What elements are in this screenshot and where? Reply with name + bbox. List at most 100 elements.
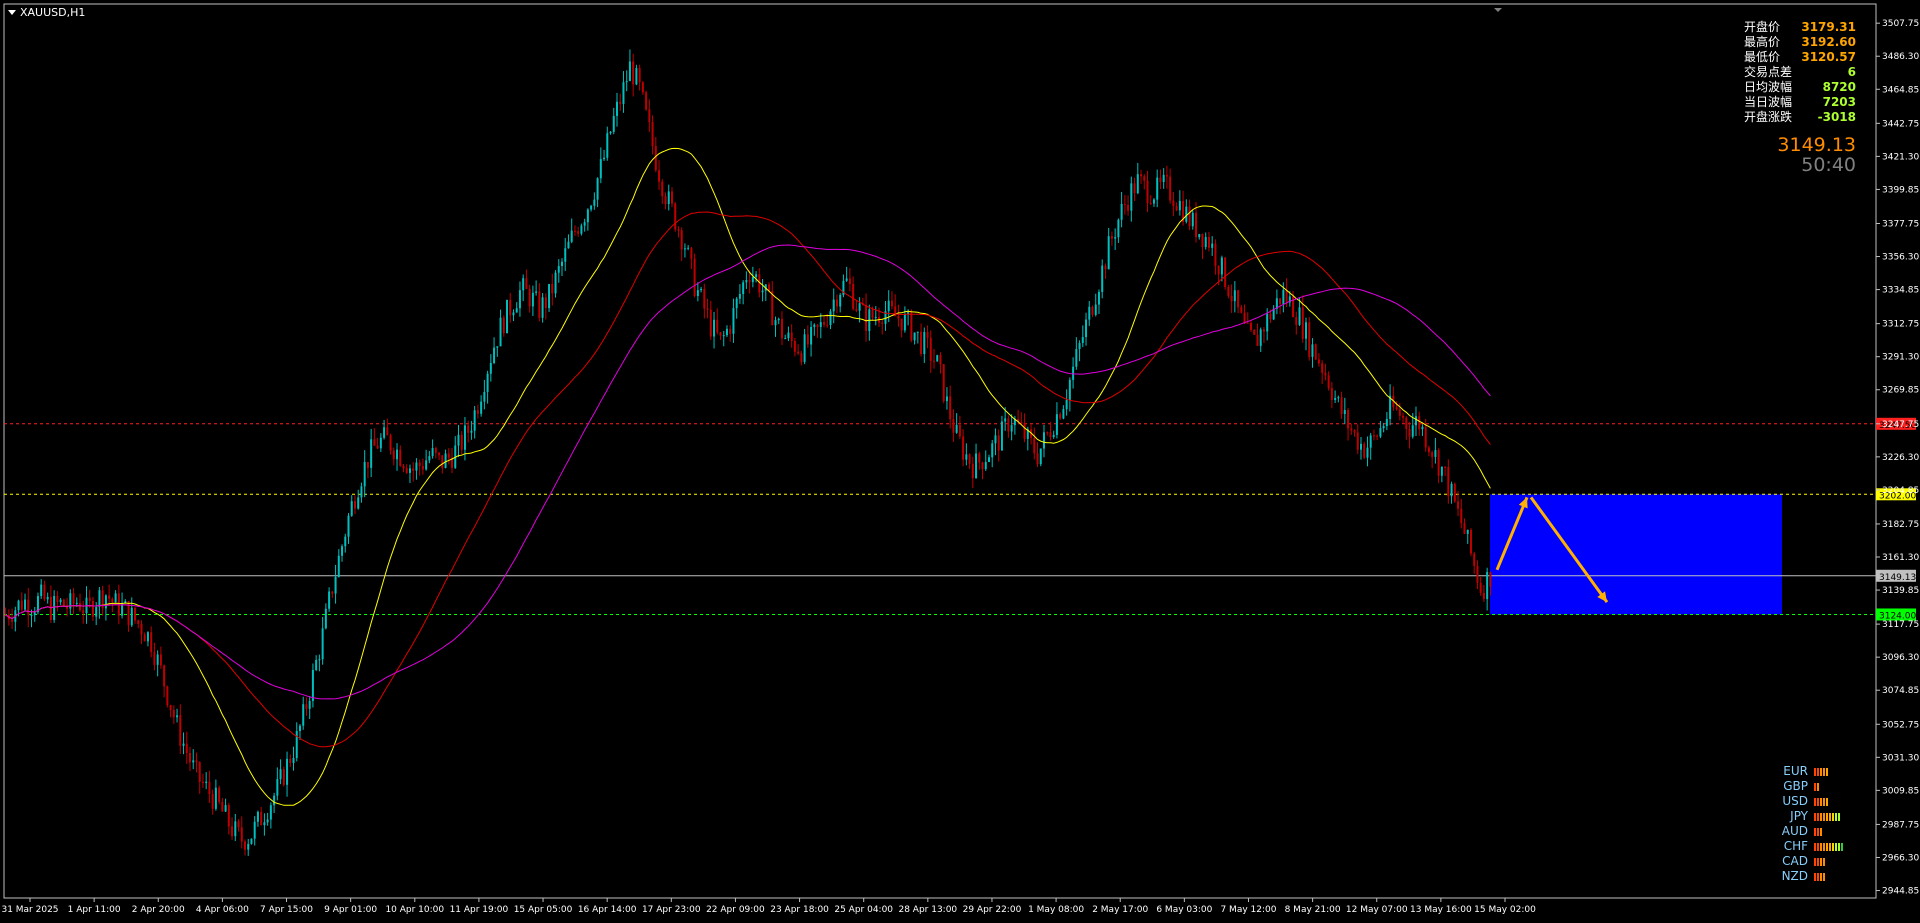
candle-body — [654, 146, 657, 171]
candle-body — [606, 133, 609, 158]
candle-body — [302, 704, 305, 726]
candle-body — [331, 591, 334, 594]
strength-bar — [1820, 767, 1822, 776]
candle-body — [130, 607, 133, 626]
candle-body — [1295, 317, 1298, 325]
strength-bar — [1829, 842, 1831, 851]
strength-bar — [1820, 827, 1822, 836]
candle-body — [738, 293, 741, 299]
candle-body — [143, 634, 146, 642]
candle-body — [179, 715, 182, 746]
candle-body — [1240, 307, 1243, 313]
candle-body — [1421, 426, 1424, 430]
candle-body — [62, 599, 65, 607]
candle-body — [674, 203, 677, 230]
candle-body — [1207, 237, 1210, 248]
candle-body — [1350, 428, 1353, 431]
candle-body — [735, 298, 738, 309]
candle-body — [214, 787, 217, 809]
info-row: 日均波幅 8720 — [1744, 80, 1856, 95]
x-tick-label: 28 Apr 13:00 — [898, 905, 957, 915]
candle-body — [357, 497, 360, 509]
candle-body — [169, 705, 172, 710]
candle-body — [958, 424, 961, 437]
strength-bars — [1814, 827, 1822, 836]
chart-area[interactable]: 3247.50 3202.00 3149.13 3124.00 3507.75 3486.… — [0, 0, 1920, 919]
strength-bar — [1826, 842, 1828, 851]
candle-body — [1482, 592, 1485, 600]
candle-body — [347, 515, 350, 537]
candle-body — [923, 332, 926, 355]
candle-body — [903, 314, 906, 331]
candle-body — [1457, 501, 1460, 509]
candle-body — [528, 288, 531, 307]
candle-body — [716, 319, 719, 333]
strength-bar — [1838, 842, 1840, 851]
candle-body — [936, 355, 939, 362]
candle-body — [1211, 243, 1214, 248]
candle-body — [460, 434, 463, 450]
candle-body — [573, 230, 576, 232]
strength-bar — [1814, 782, 1816, 791]
candle-body — [881, 322, 884, 324]
strength-bar — [1817, 812, 1819, 821]
candle-body — [146, 632, 149, 642]
candle-body — [1450, 483, 1453, 497]
candle-body — [916, 331, 919, 333]
candle-body — [1447, 467, 1450, 497]
ma-slow-line — [5, 244, 1491, 700]
dropdown-triangle-icon[interactable] — [8, 10, 16, 15]
candle-body — [926, 332, 929, 338]
candle-body — [88, 597, 91, 601]
candle-body — [1269, 313, 1272, 320]
info-label: 交易点差 — [1744, 65, 1793, 79]
candle-body — [1162, 174, 1165, 182]
candle-body — [1434, 450, 1437, 457]
candle-body — [1010, 425, 1013, 432]
price-chart[interactable]: 3247.503202.003149.133124.003507.753486.… — [0, 0, 1920, 919]
x-tick-label: 10 Apr 10:00 — [385, 905, 444, 915]
y-tick-label: 3269.85 — [1882, 386, 1919, 396]
candle-body — [30, 615, 33, 617]
candle-body — [997, 435, 1000, 451]
y-tick-label: 3312.75 — [1882, 320, 1919, 330]
candle-body — [920, 331, 923, 355]
candle-body — [470, 430, 473, 433]
candle-body — [276, 779, 279, 796]
candle-body — [1489, 571, 1492, 587]
candle-body — [586, 209, 589, 223]
y-tick-label: 3096.30 — [1882, 653, 1919, 663]
candle-body — [858, 303, 861, 311]
y-tick-label: 3334.85 — [1882, 286, 1919, 296]
candle-body — [1256, 334, 1259, 346]
candle-body — [981, 462, 984, 470]
candle-body — [350, 501, 353, 516]
candle-body — [829, 311, 832, 325]
candle-body — [383, 427, 386, 438]
candle-body — [554, 272, 557, 294]
candle-body — [1146, 180, 1149, 204]
candle-body — [1369, 435, 1372, 448]
candle-body — [1114, 237, 1117, 239]
candle-body — [949, 396, 952, 420]
candle-body — [1337, 397, 1340, 399]
symbol-title: XAUUSD,H1 — [8, 6, 85, 19]
candle-body — [609, 131, 612, 134]
y-tick-label: 3377.75 — [1882, 219, 1919, 229]
strength-row: EUR — [1764, 764, 1843, 779]
candle-body — [289, 758, 292, 764]
candle-body — [732, 308, 735, 334]
candle-body — [1072, 366, 1075, 380]
candle-body — [20, 600, 23, 610]
y-tick-label: 3464.85 — [1882, 85, 1919, 95]
level-price-label: 3149.13 — [1879, 573, 1916, 583]
y-tick-label: 3074.85 — [1882, 686, 1919, 696]
candle-body — [593, 199, 596, 206]
candle-body — [751, 276, 754, 283]
candle-body — [725, 328, 728, 336]
info-value: 3192.60 — [1801, 35, 1856, 49]
strength-bars — [1814, 812, 1840, 821]
candle-body — [1078, 343, 1081, 350]
strength-bar — [1826, 812, 1828, 821]
candle-body — [166, 686, 169, 706]
